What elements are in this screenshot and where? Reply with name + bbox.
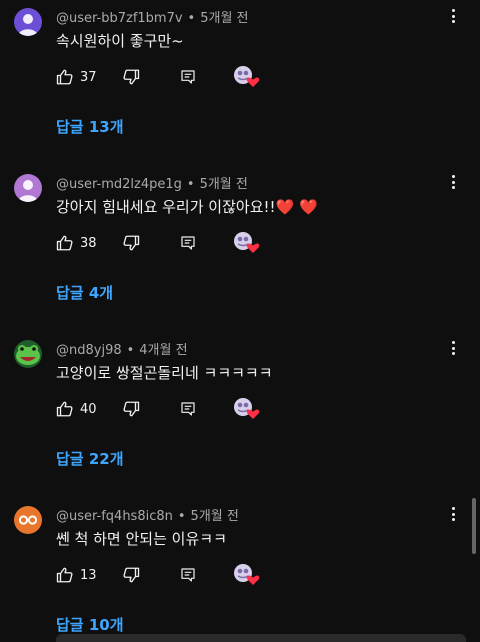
author-handle[interactable]: @user-fq4hs8ic8n xyxy=(56,509,173,524)
reply-comment-icon xyxy=(181,70,195,84)
reply-button[interactable] xyxy=(180,564,196,586)
orange-eyes-avatar-icon xyxy=(14,506,42,534)
view-replies-link[interactable]: 답글 10개 xyxy=(56,614,124,635)
comment-item: @user-md2lz4pe1g • 5개월 전 강아지 힘내세요 우리가 이잖아요… xyxy=(0,166,480,332)
author-handle[interactable]: @nd8yj98 xyxy=(56,343,122,358)
comment-item: @nd8yj98 • 4개월 전 고양이로 쌍절곤돌리네 ㅋㅋㅋㅋㅋ 40 답글… xyxy=(0,332,480,498)
like-count: 37 xyxy=(80,69,97,85)
more-vertical-icon[interactable] xyxy=(446,6,460,26)
comment-actions: 38 xyxy=(56,232,276,254)
comment-time: 5개월 전 xyxy=(199,177,248,192)
comment-text: 강아지 힘내세요 우리가 이잖아요!!❤️ ❤️ xyxy=(56,196,318,217)
separator-dot: • xyxy=(126,343,135,358)
thumbs-down-icon xyxy=(123,401,140,417)
comment-text-body: 강아지 힘내세요 우리가 이잖아요!! xyxy=(56,198,276,216)
comment-meta: @user-fq4hs8ic8n • 5개월 전 xyxy=(56,505,239,524)
like-count: 38 xyxy=(80,235,97,251)
avatar[interactable] xyxy=(14,340,42,368)
bottom-sheet-edge xyxy=(56,634,466,642)
creator-heart-badge xyxy=(232,64,262,88)
comment-time: 5개월 전 xyxy=(190,509,239,524)
dislike-button[interactable] xyxy=(122,398,140,420)
author-handle[interactable]: @user-bb7zf1bm7v xyxy=(56,11,183,26)
reply-button[interactable] xyxy=(180,398,196,420)
reply-button[interactable] xyxy=(180,232,196,254)
dislike-button[interactable] xyxy=(122,564,140,586)
dislike-button[interactable] xyxy=(122,66,140,88)
author-handle[interactable]: @user-md2lz4pe1g xyxy=(56,177,182,192)
thumbs-down-icon xyxy=(123,69,140,85)
comment-actions: 37 xyxy=(56,66,276,88)
reply-comment-icon xyxy=(181,568,195,582)
view-replies-link[interactable]: 답글 22개 xyxy=(56,448,124,469)
comment-text: 속시원하이 좋구만~ xyxy=(56,32,184,50)
purple-silhouette-avatar-icon xyxy=(14,8,42,36)
reply-comment-icon xyxy=(181,236,195,250)
reply-comment-icon xyxy=(181,402,195,416)
creator-heart-badge xyxy=(232,230,262,254)
thumbs-down-icon xyxy=(123,235,140,251)
comment-meta: @user-bb7zf1bm7v • 5개월 전 xyxy=(56,7,249,26)
comment-actions: 13 xyxy=(56,564,276,586)
like-button[interactable]: 13 xyxy=(56,564,97,586)
more-vertical-icon[interactable] xyxy=(446,338,460,358)
separator-dot: • xyxy=(186,177,195,192)
view-replies-link[interactable]: 답글 13개 xyxy=(56,116,124,137)
comment-time: 5개월 전 xyxy=(200,11,249,26)
separator-dot: • xyxy=(187,11,196,26)
creator-heart-icon xyxy=(234,398,260,419)
more-vertical-icon[interactable] xyxy=(446,172,460,192)
heart-emoji: ❤️ ❤️ xyxy=(275,198,318,216)
like-count: 40 xyxy=(80,401,97,417)
thumbs-up-icon xyxy=(56,235,73,251)
like-button[interactable]: 38 xyxy=(56,232,97,254)
comment-text: 쎈 척 하면 안되는 이유ㅋㅋ xyxy=(56,530,227,548)
more-vertical-icon[interactable] xyxy=(446,504,460,524)
comment-meta: @nd8yj98 • 4개월 전 xyxy=(56,339,188,358)
like-count: 13 xyxy=(80,567,97,583)
comment-item: @user-fq4hs8ic8n • 5개월 전 쎈 척 하면 안되는 이유ㅋㅋ 1… xyxy=(0,498,480,642)
comment-text: 고양이로 쌍절곤돌리네 ㅋㅋㅋㅋㅋ xyxy=(56,364,273,382)
green-frog-avatar-icon xyxy=(14,340,42,368)
creator-heart-icon xyxy=(234,232,260,253)
creator-heart-icon xyxy=(234,66,260,87)
creator-heart-badge xyxy=(232,562,262,586)
separator-dot: • xyxy=(177,509,186,524)
comment-item: @user-bb7zf1bm7v • 5개월 전 속시원하이 좋구만~ 37 답… xyxy=(0,0,480,166)
comment-time: 4개월 전 xyxy=(139,343,188,358)
thumbs-up-icon xyxy=(56,69,73,85)
comments-screen: @user-bb7zf1bm7v • 5개월 전 속시원하이 좋구만~ 37 답… xyxy=(0,0,480,642)
avatar[interactable] xyxy=(14,506,42,534)
like-button[interactable]: 37 xyxy=(56,66,97,88)
creator-heart-icon xyxy=(234,564,260,585)
comment-meta: @user-md2lz4pe1g • 5개월 전 xyxy=(56,173,248,192)
avatar[interactable] xyxy=(14,8,42,36)
avatar[interactable] xyxy=(14,174,42,202)
reply-button[interactable] xyxy=(180,66,196,88)
view-replies-link[interactable]: 답글 4개 xyxy=(56,282,113,303)
like-button[interactable]: 40 xyxy=(56,398,97,420)
thumbs-down-icon xyxy=(123,567,140,583)
thumbs-up-icon xyxy=(56,567,73,583)
lavender-silhouette-avatar-icon xyxy=(14,174,42,202)
dislike-button[interactable] xyxy=(122,232,140,254)
comment-actions: 40 xyxy=(56,398,276,420)
thumbs-up-icon xyxy=(56,401,73,417)
scrollbar-thumb[interactable] xyxy=(472,498,476,554)
creator-heart-badge xyxy=(232,396,262,420)
